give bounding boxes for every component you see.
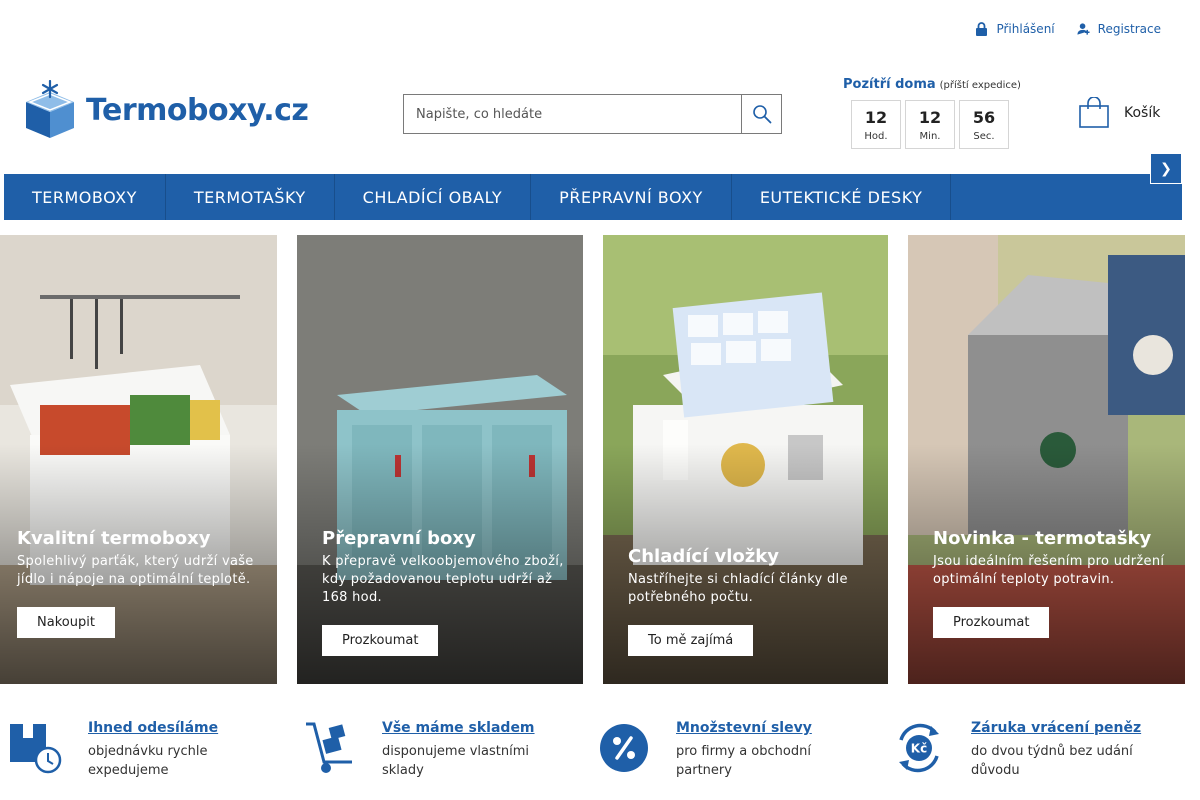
banner-text: Nastříhejte si chladící články dle potře… — [628, 572, 848, 605]
banner-button[interactable]: Prozkoumat — [322, 625, 439, 656]
login-label: Přihlášení — [996, 22, 1055, 36]
banner-title: Přepravní boxy — [322, 528, 476, 549]
countdown-minutes-value: 12 — [918, 107, 942, 127]
countdown-seconds-label: Sec. — [973, 130, 995, 142]
banner-title: Chladící vložky — [628, 546, 779, 567]
countdown-seconds: 56 Sec. — [959, 100, 1009, 149]
nav-item-prepravni-boxy[interactable]: PŘEPRAVNÍ BOXY — [531, 174, 732, 220]
nav-item-chladici-obaly[interactable]: CHLADÍCÍ OBALY — [335, 174, 532, 220]
banner-text: K přepravě velkoobjemového zboží, kdy po… — [322, 554, 564, 605]
banner-content: Chladící vložky Nastříhejte si chladící … — [628, 546, 874, 656]
cart-button[interactable]: Košík — [1078, 97, 1160, 129]
main-nav: TERMOBOXY TERMOTAŠKY CHLADÍCÍ OBALY PŘEP… — [4, 153, 1182, 220]
countdown-hours: 12 Hod. — [851, 100, 901, 149]
feature-stock: Vše máme skladem disponujeme vlastními s… — [304, 718, 562, 780]
banner-termotasky[interactable]: Novinka - termotašky Jsou ideálním řešen… — [908, 235, 1185, 684]
countdown-subtitle: (příští expedice) — [939, 80, 1021, 91]
nav-item-termotasky[interactable]: TERMOTAŠKY — [166, 174, 335, 220]
feature-title[interactable]: Záruka vrácení peněz — [971, 720, 1151, 736]
banner-prepravni-boxy[interactable]: Přepravní boxy K přepravě velkoobjemovéh… — [297, 235, 583, 684]
percent-badge-icon — [600, 724, 648, 772]
feature-title[interactable]: Vše máme skladem — [382, 720, 562, 736]
register-link[interactable]: Registrace — [1077, 22, 1161, 36]
feature-text-block: Ihned odesíláme objednávku rychle expedu… — [88, 718, 268, 780]
countdown-seconds-value: 56 — [972, 107, 996, 127]
feature-text-block: Vše máme skladem disponujeme vlastními s… — [382, 718, 562, 780]
money-back-icon: Kč — [899, 723, 939, 773]
search-bar — [403, 94, 782, 134]
banner-text: Jsou ideálním řešením pro udržení optimá… — [933, 554, 1165, 587]
shopping-bag-icon — [1079, 97, 1109, 128]
banner-chladici-vlozky[interactable]: Chladící vložky Nastříhejte si chladící … — [603, 235, 888, 684]
add-user-icon — [1077, 23, 1090, 35]
feature-money-back: Kč Záruka vrácení peněz do dvou týdnů be… — [893, 718, 1151, 780]
search-icon — [752, 105, 771, 124]
cooler-box-logo-icon — [26, 80, 74, 138]
feature-discounts: Množstevní slevy pro firmy a obchodní pa… — [598, 718, 856, 780]
countdown-title: Pozítří doma — [843, 77, 936, 92]
nav-item-eutekticke-desky[interactable]: EUTEKTICKÉ DESKY — [732, 174, 952, 220]
cart-label: Košík — [1124, 105, 1161, 121]
search-button[interactable] — [741, 95, 781, 133]
feature-text-block: Množstevní slevy pro firmy a obchodní pa… — [676, 718, 856, 780]
countdown-minutes-label: Min. — [919, 130, 941, 142]
feature-shipping: Ihned odesíláme objednávku rychle expedu… — [10, 718, 268, 780]
countdown-hours-label: Hod. — [864, 130, 888, 142]
nav-item-termoboxy[interactable]: TERMOBOXY — [4, 174, 166, 220]
top-links: Přihlášení Registrace — [975, 22, 1161, 36]
box-clock-icon — [10, 724, 62, 774]
search-input[interactable] — [404, 95, 741, 133]
banner-text: Spolehlivý parťák, který udrží vaše jídl… — [17, 554, 254, 587]
feature-text: do dvou týdnů bez udání důvodu — [971, 744, 1133, 778]
logo-text: Termoboxy.cz — [86, 92, 309, 128]
countdown-hours-value: 12 — [864, 107, 888, 127]
banner-title: Novinka - termotašky — [933, 528, 1152, 549]
banner-title: Kvalitní termoboxy — [17, 528, 211, 549]
feature-text: disponujeme vlastními sklady — [382, 744, 529, 778]
feature-text-block: Záruka vrácení peněz do dvou týdnů bez u… — [971, 718, 1151, 780]
banner-termoboxy[interactable]: Kvalitní termoboxy Spolehlivý parťák, kt… — [0, 235, 277, 684]
chevron-icon: ❯ — [1160, 160, 1172, 177]
banner-content: Novinka - termotašky Jsou ideálním řešen… — [933, 528, 1171, 638]
banner-button[interactable]: To mě zajímá — [628, 625, 754, 656]
banner-content: Přepravní boxy K přepravě velkoobjemovéh… — [322, 528, 569, 656]
countdown-boxes: 12 Hod. 12 Min. 56 Sec. — [851, 100, 1023, 149]
lock-icon — [976, 22, 988, 36]
banner-content: Kvalitní termoboxy Spolehlivý parťák, kt… — [17, 528, 263, 638]
site-logo[interactable]: Termoboxy.cz — [24, 80, 309, 140]
svg-text:Kč: Kč — [911, 742, 927, 756]
register-label: Registrace — [1097, 22, 1161, 36]
feature-title[interactable]: Množstevní slevy — [676, 720, 856, 736]
nav-toggle-button[interactable]: ❯ — [1150, 153, 1182, 184]
banner-button[interactable]: Nakoupit — [17, 607, 115, 638]
login-link[interactable]: Přihlášení — [975, 22, 1055, 36]
hand-truck-icon — [306, 722, 352, 773]
delivery-countdown: Pozítří doma (příští expedice) 12 Hod. 12… — [843, 77, 1023, 149]
feature-text: objednávku rychle expedujeme — [88, 744, 208, 778]
countdown-minutes: 12 Min. — [905, 100, 955, 149]
feature-title[interactable]: Ihned odesíláme — [88, 720, 268, 736]
countdown-heading: Pozítří doma (příští expedice) — [843, 77, 1023, 92]
banner-button[interactable]: Prozkoumat — [933, 607, 1050, 638]
feature-text: pro firmy a obchodní partnery — [676, 744, 811, 778]
